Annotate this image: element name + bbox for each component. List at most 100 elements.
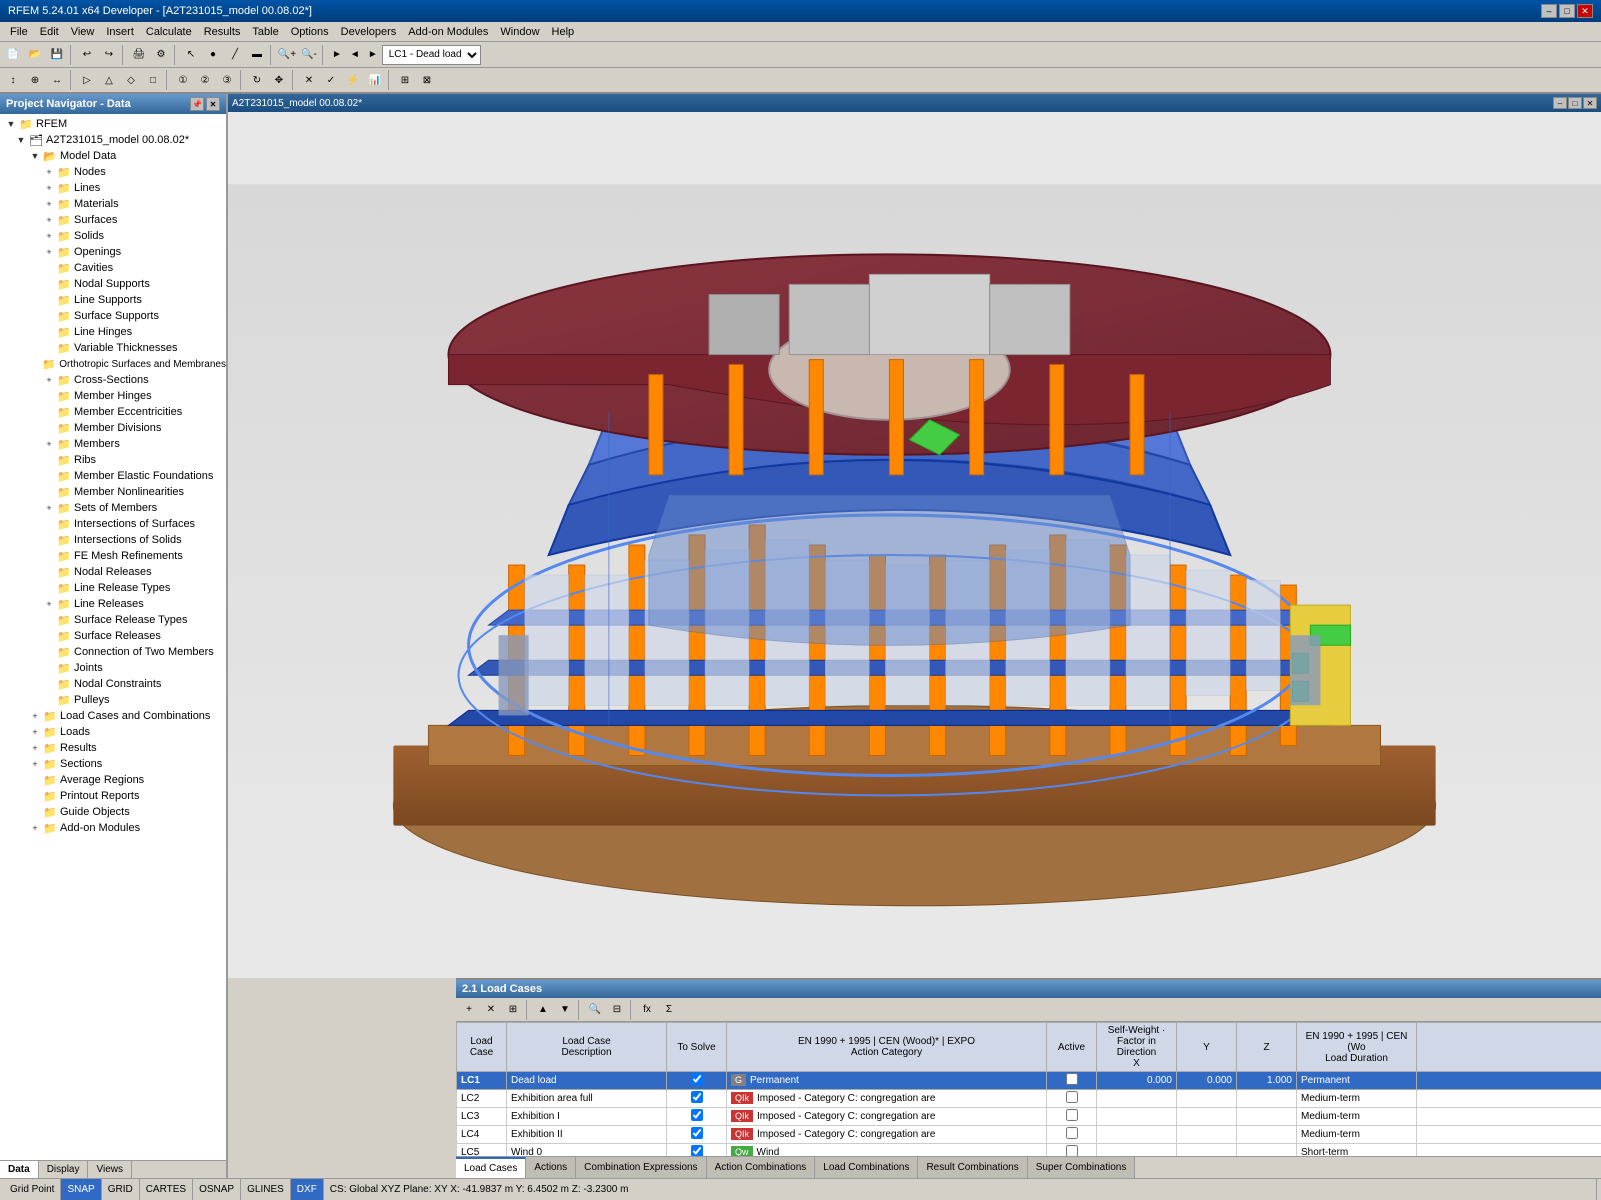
tb2-7[interactable]: □ <box>142 69 164 91</box>
tab-result-combinations[interactable]: Result Combinations <box>918 1157 1027 1178</box>
tree-item-ribs[interactable]: + 📁 Ribs <box>0 452 226 468</box>
lc-to-solve[interactable] <box>667 1072 727 1090</box>
inner-maximize[interactable]: □ <box>1568 97 1582 109</box>
tree-item-surface-release-types[interactable]: + 📁 Surface Release Types <box>0 612 226 628</box>
tb2-3[interactable]: ↔ <box>46 69 68 91</box>
lc-add[interactable]: + <box>458 999 480 1021</box>
tree-item-surface-supports[interactable]: + 📁 Surface Supports <box>0 308 226 324</box>
tree-item-lines[interactable]: + 📁 Lines <box>0 180 226 196</box>
table-row[interactable]: LC1 Dead load GPermanent 0.000 0.000 1.0… <box>457 1072 1601 1090</box>
tree-item-nodes[interactable]: + 📁 Nodes <box>0 164 226 180</box>
menu-table[interactable]: Table <box>246 24 284 40</box>
tab-combination-expr[interactable]: Combination Expressions <box>576 1157 706 1178</box>
lc-to-solve[interactable] <box>667 1090 727 1108</box>
tree-item-line-hinges[interactable]: + 📁 Line Hinges <box>0 324 226 340</box>
tree-item-variable-thicknesses[interactable]: + 📁 Variable Thicknesses <box>0 340 226 356</box>
lc-solve-check[interactable] <box>691 1109 703 1121</box>
tree-item-members[interactable]: + 📁 Members <box>0 436 226 452</box>
tb-new[interactable]: 📄 <box>2 44 24 66</box>
tree-item-sections[interactable]: + 📁 Sections <box>0 756 226 772</box>
tree-item-model[interactable]: ▼ 🗂 A2T231015_model 00.08.02* <box>0 132 226 148</box>
table-row[interactable]: LC2 Exhibition area full QIkImposed - Ca… <box>457 1090 1601 1108</box>
tb-redo[interactable]: ↪ <box>98 44 120 66</box>
view-area[interactable]: A2T231015_model 00.08.02* – □ ✕ <box>228 94 1601 978</box>
tree-item-nodal-releases[interactable]: + 📁 Nodal Releases <box>0 564 226 580</box>
toggle-load-cases[interactable]: + <box>28 709 42 723</box>
tb2-copy[interactable]: ⊞ <box>394 69 416 91</box>
tb2-check[interactable]: ✓ <box>320 69 342 91</box>
minimize-button[interactable]: – <box>1541 4 1557 18</box>
tree-item-intersections-surfaces[interactable]: + 📁 Intersections of Surfaces <box>0 516 226 532</box>
lc-active-check[interactable] <box>1066 1073 1078 1085</box>
tb-select[interactable]: ↖ <box>180 44 202 66</box>
tab-load-combinations[interactable]: Load Combinations <box>815 1157 918 1178</box>
tb2-calc[interactable]: ⚡ <box>342 69 364 91</box>
tree-item-rfem[interactable]: ▼ 📁 RFEM <box>0 116 226 132</box>
status-glines[interactable]: GLINES <box>241 1179 291 1200</box>
menu-calculate[interactable]: Calculate <box>140 24 198 40</box>
nav-pin-button[interactable]: 📌 <box>190 97 204 111</box>
tree-item-orthotropic[interactable]: + 📁 Orthotropic Surfaces and Membranes <box>0 356 226 372</box>
toggle-lines[interactable]: + <box>42 181 56 195</box>
tb2-4[interactable]: ▷ <box>76 69 98 91</box>
menu-results[interactable]: Results <box>198 24 247 40</box>
tree-item-line-releases[interactable]: + 📁 Line Releases <box>0 596 226 612</box>
status-snap[interactable]: SNAP <box>61 1179 101 1200</box>
toggle-openings[interactable]: + <box>42 245 56 259</box>
status-dxf[interactable]: DXF <box>291 1179 324 1200</box>
tree-item-pulleys[interactable]: + 📁 Pulleys <box>0 692 226 708</box>
menu-developers[interactable]: Developers <box>335 24 403 40</box>
menu-view[interactable]: View <box>65 24 101 40</box>
tree-item-connection-two[interactable]: + 📁 Connection of Two Members <box>0 644 226 660</box>
status-cartes[interactable]: CARTES <box>140 1179 193 1200</box>
tab-load-cases[interactable]: Load Cases <box>456 1157 526 1178</box>
tree-item-member-nonlinear[interactable]: + 📁 Member Nonlinearities <box>0 484 226 500</box>
tree-item-loads[interactable]: + 📁 Loads <box>0 724 226 740</box>
menu-file[interactable]: File <box>4 24 34 40</box>
lc-to-solve[interactable] <box>667 1108 727 1126</box>
toggle-model-data[interactable]: ▼ <box>28 149 42 163</box>
lc-sort[interactable]: ⊟ <box>606 999 628 1021</box>
lc-active[interactable] <box>1047 1144 1097 1157</box>
tree-item-surface-releases[interactable]: + 📁 Surface Releases <box>0 628 226 644</box>
toggle-surfaces[interactable]: + <box>42 213 56 227</box>
tree-item-addon[interactable]: + 📁 Add-on Modules <box>0 820 226 836</box>
tree-item-average-regions[interactable]: + 📁 Average Regions <box>0 772 226 788</box>
lc-to-solve[interactable] <box>667 1126 727 1144</box>
tb-save[interactable]: 💾 <box>46 44 68 66</box>
tree-item-cavities[interactable]: + 📁 Cavities <box>0 260 226 276</box>
lc-sigma[interactable]: Σ <box>658 999 680 1021</box>
tb2-6[interactable]: ◇ <box>120 69 142 91</box>
lc-fx[interactable]: fx <box>636 999 658 1021</box>
menu-edit[interactable]: Edit <box>34 24 65 40</box>
tree-item-fe-mesh[interactable]: + 📁 FE Mesh Refinements <box>0 548 226 564</box>
tb-surface[interactable]: ▬ <box>246 44 268 66</box>
toggle-loads[interactable]: + <box>28 725 42 739</box>
table-row[interactable]: LC4 Exhibition II QIkImposed - Category … <box>457 1126 1601 1144</box>
lc-active-check[interactable] <box>1066 1091 1078 1103</box>
tree-item-line-supports[interactable]: + 📁 Line Supports <box>0 292 226 308</box>
load-case-forward[interactable]: ► <box>364 49 382 60</box>
toggle-sections[interactable]: + <box>28 757 42 771</box>
tb2-mirror[interactable]: ⊠ <box>416 69 438 91</box>
toggle-addon[interactable]: + <box>28 821 42 835</box>
close-button[interactable]: ✕ <box>1577 4 1593 18</box>
tree-item-member-elastic[interactable]: + 📁 Member Elastic Foundations <box>0 468 226 484</box>
toggle-cross[interactable]: + <box>42 373 56 387</box>
lc-filter[interactable]: 🔍 <box>584 999 606 1021</box>
tree-item-printout-reports[interactable]: + 📁 Printout Reports <box>0 788 226 804</box>
menu-options[interactable]: Options <box>285 24 335 40</box>
tab-super-combinations[interactable]: Super Combinations <box>1028 1157 1136 1178</box>
toggle-solids[interactable]: + <box>42 229 56 243</box>
toggle-nodes[interactable]: + <box>42 165 56 179</box>
tree-item-model-data[interactable]: ▼ 📂 Model Data <box>0 148 226 164</box>
tb2-results[interactable]: 📊 <box>364 69 386 91</box>
toggle-materials[interactable]: + <box>42 197 56 211</box>
inner-close[interactable]: ✕ <box>1583 97 1597 109</box>
tree-item-sets-of-members[interactable]: + 📁 Sets of Members <box>0 500 226 516</box>
tb-undo[interactable]: ↩ <box>76 44 98 66</box>
lc-solve-check[interactable] <box>691 1091 703 1103</box>
tb2-pan[interactable]: ✥ <box>268 69 290 91</box>
status-grid[interactable]: GRID <box>102 1179 140 1200</box>
toggle-model[interactable]: ▼ <box>14 133 28 147</box>
